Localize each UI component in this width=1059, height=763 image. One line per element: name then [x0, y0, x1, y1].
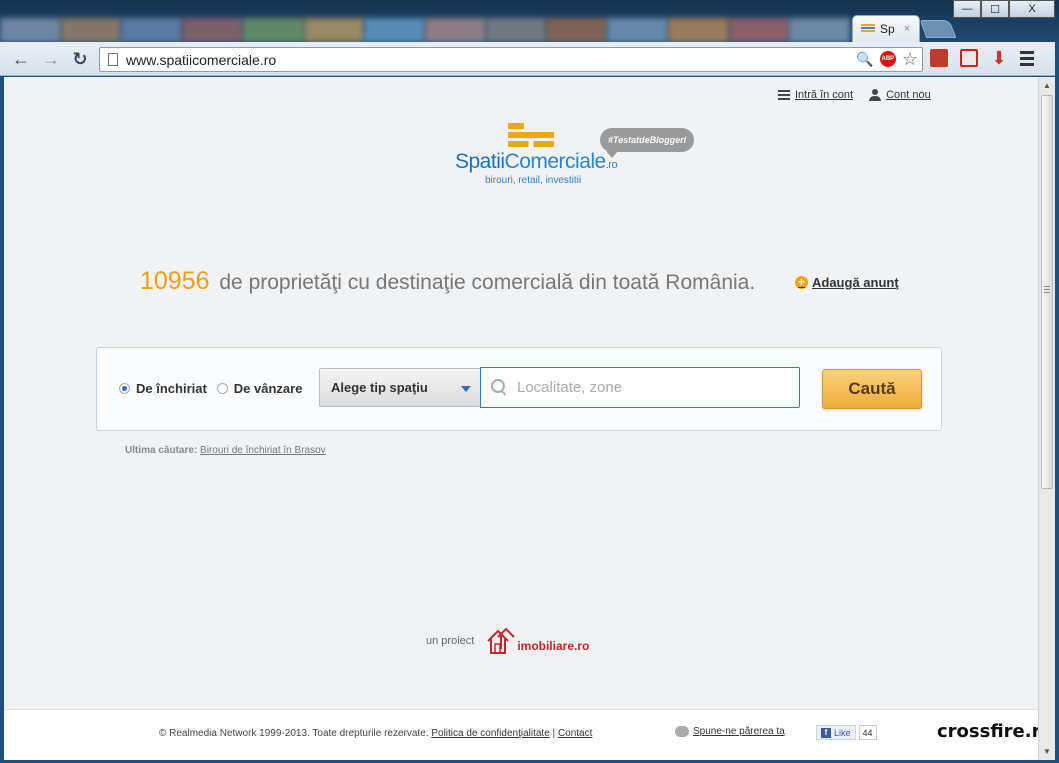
radio-sale-label: De vânzare — [233, 381, 303, 396]
watermark: crossfire.ro — [937, 721, 1038, 742]
house-icon — [487, 627, 516, 654]
property-count: 10956 — [140, 267, 210, 295]
plus-icon: + — [795, 276, 808, 289]
project-label: un proiect — [426, 635, 475, 647]
last-search-link[interactable]: Birouri de închiriat în Brasov — [200, 445, 326, 456]
menu-list-icon — [778, 90, 790, 100]
logo-bars-icon — [508, 123, 554, 150]
site-favicon-icon — [861, 24, 875, 34]
account-label: Cont nou — [886, 89, 931, 101]
vertical-scrollbar[interactable]: ▲ ▼ — [1038, 77, 1055, 760]
location-field[interactable] — [480, 367, 800, 408]
zoom-icon[interactable]: 🔍 — [856, 51, 873, 68]
scroll-down-icon[interactable]: ▼ — [1042, 747, 1052, 756]
add-listing-label: Adaugă anunţ — [812, 275, 899, 290]
hero-headline: 10956 de proprietăţi cu destinaţie comer… — [140, 267, 755, 296]
blurred-tabs — [0, 12, 851, 42]
login-link[interactable]: Intră în cont — [778, 89, 853, 101]
chat-icon — [675, 726, 689, 737]
tab-title: Sp — [880, 22, 895, 36]
bookmark-star-icon[interactable]: ☆ — [902, 50, 918, 68]
facebook-like-button[interactable]: f Like — [816, 725, 856, 740]
window-frame-right — [1055, 42, 1059, 763]
scroll-thumb[interactable] — [1041, 95, 1053, 489]
bookmark-extension-icon[interactable] — [930, 49, 948, 67]
address-bar[interactable]: www.spatiicomerciale.ro 🔍 ABP ☆ — [99, 47, 923, 72]
space-type-select[interactable]: Alege tip spaţiu — [319, 368, 482, 407]
new-tab-button[interactable] — [919, 20, 957, 38]
space-type-value: Alege tip spaţiu — [331, 380, 428, 395]
adblock-icon[interactable]: ABP — [879, 51, 896, 67]
imobiliare-logo[interactable]: imobiliare.ro — [486, 627, 589, 655]
download-extension-icon[interactable]: ⬇ — [990, 49, 1008, 67]
fb-like-count: 44 — [858, 725, 877, 740]
chrome-menu-icon[interactable] — [1020, 50, 1034, 66]
radio-rent-dot[interactable] — [119, 383, 130, 394]
close-window-button[interactable]: X — [1009, 0, 1055, 18]
search-panel: De închiriat De vânzare Alege tip spaţiu… — [96, 347, 942, 431]
project-credit: un proiect imobiliare.ro — [426, 627, 589, 655]
login-label: Intră în cont — [795, 89, 854, 101]
radio-rent-label: De închiriat — [136, 381, 207, 396]
scroll-up-icon[interactable]: ▲ — [1042, 81, 1052, 90]
blogger-badge[interactable]: #TestatdeBloggeri — [600, 128, 695, 158]
radio-sale-dot[interactable] — [216, 383, 228, 394]
logo-tagline: birouri, retail, investitii — [485, 175, 582, 186]
last-search: Ultima căutare: Birouri de închiriat în … — [125, 445, 326, 456]
tab-close-icon[interactable]: × — [904, 23, 910, 35]
fb-like-label: Like — [834, 727, 851, 738]
page-icon — [108, 53, 118, 66]
reload-button[interactable]: ↻ — [69, 48, 91, 70]
search-icon — [491, 378, 509, 397]
logo-name: SpatiiComerciale.ro — [455, 150, 618, 173]
page-viewport: Intră în cont Cont nou SpatiiComerciale.… — [4, 77, 1038, 760]
facebook-like: f Like 44 — [816, 725, 877, 740]
maximize-button[interactable]: ☐ — [981, 0, 1009, 18]
url-text[interactable]: www.spatiicomerciale.ro — [126, 52, 276, 68]
minimize-button[interactable]: — — [953, 0, 981, 18]
window-controls: — ☐ X — [953, 0, 1055, 18]
window-titlebar: Sp × — ☐ X — [0, 0, 1059, 42]
header-links: Intră în cont Cont nou — [778, 89, 931, 101]
forward-button[interactable]: → — [40, 48, 62, 70]
extension-icons: ⬇ — [930, 49, 1034, 67]
footer-separator: | — [552, 728, 556, 739]
browser-toolbar: ← → ↻ www.spatiicomerciale.ro 🔍 ABP ☆ ⬇ — [0, 42, 1059, 76]
search-button[interactable]: Caută — [822, 369, 922, 409]
radio-sale[interactable]: De vânzare — [216, 381, 303, 396]
back-button[interactable]: ← — [10, 48, 32, 70]
facebook-icon: f — [821, 727, 831, 738]
site-logo[interactable]: SpatiiComerciale.ro birouri, retail, inv… — [455, 123, 705, 193]
feedback-label: Spune-ne părerea ta — [693, 726, 785, 737]
headline-text: de proprietăţi cu destinaţie comercială … — [219, 271, 756, 294]
footer-legal: © Realmedia Network 1999-2013. Toate dre… — [159, 728, 592, 739]
chevron-down-icon — [461, 386, 471, 392]
new-account-link[interactable]: Cont nou — [869, 89, 931, 101]
radio-rent[interactable]: De închiriat — [119, 381, 207, 396]
add-listing-link[interactable]: + Adaugă anunţ — [795, 275, 899, 290]
copyright-text: © Realmedia Network 1999-2013. Toate dre… — [159, 728, 429, 739]
page-footer: © Realmedia Network 1999-2013. Toate dre… — [4, 709, 1038, 760]
user-icon — [869, 89, 882, 101]
privacy-link[interactable]: Politica de confidenţialitate — [431, 728, 549, 739]
imobiliare-brand: imobiliare.ro — [517, 639, 590, 653]
contact-link[interactable]: Contact — [558, 728, 592, 739]
pdf-extension-icon[interactable] — [960, 49, 978, 67]
tab-spatiicomerciale[interactable]: Sp × — [852, 15, 920, 42]
location-input[interactable] — [517, 379, 787, 396]
last-search-label: Ultima căutare: — [125, 445, 198, 456]
feedback-link[interactable]: Spune-ne părerea ta — [675, 726, 785, 737]
listing-type-radios: De închiriat De vânzare — [119, 381, 302, 396]
